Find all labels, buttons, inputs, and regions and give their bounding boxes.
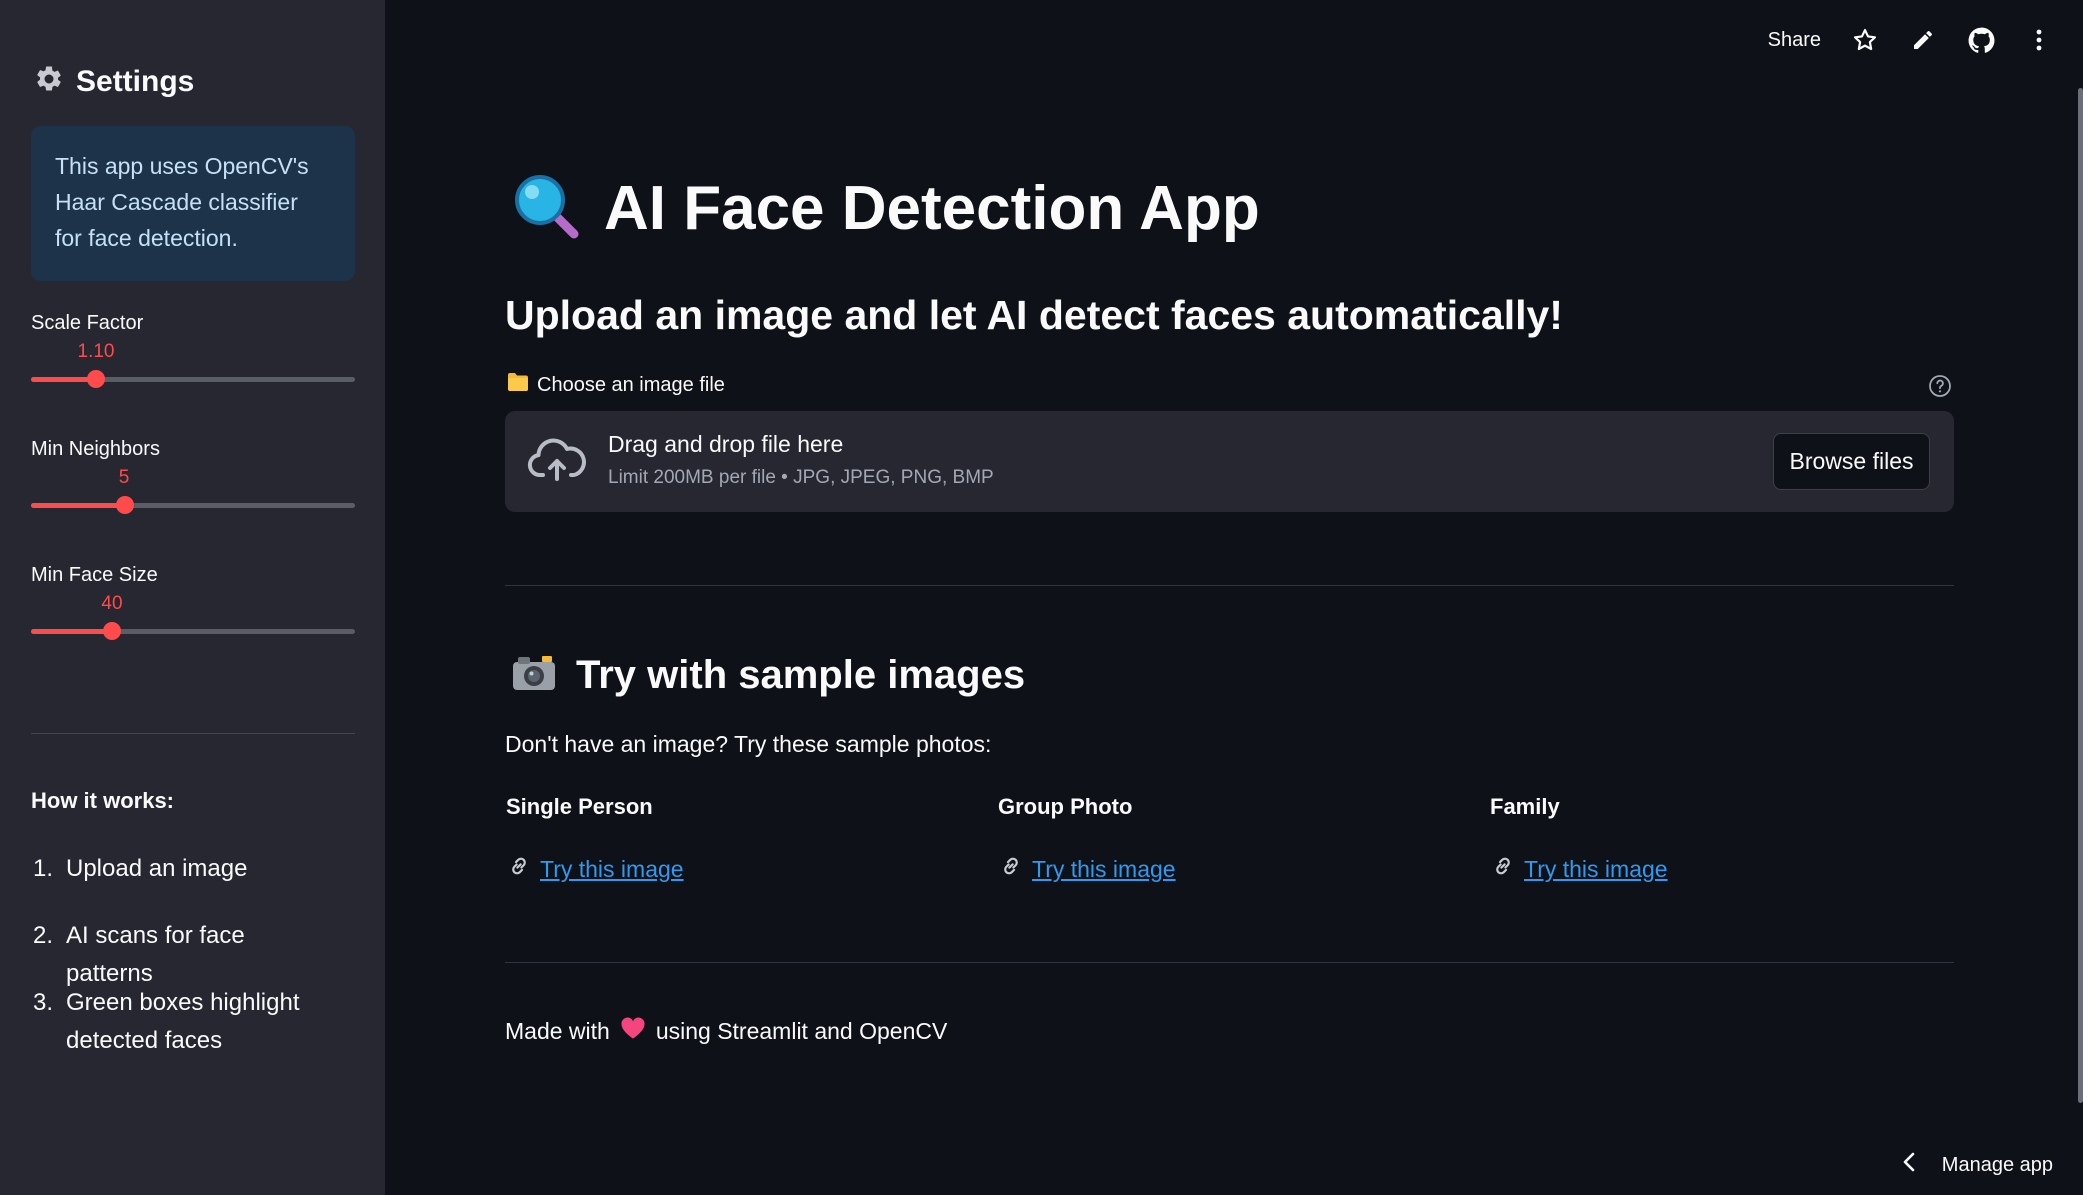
how-item-number: 2. [32, 922, 53, 949]
sample-title-single-person: Single Person [506, 794, 653, 819]
min-neighbors-slider[interactable] [31, 496, 355, 514]
header-toolbar: Share [1768, 26, 2053, 54]
min-face-size-label: Min Face Size [31, 564, 158, 586]
how-item-text: Upload an image [66, 855, 248, 882]
folder-icon [507, 372, 529, 398]
camera-icon [510, 652, 558, 699]
page-header: AI Face Detection App [510, 170, 1260, 247]
slider-fill [31, 503, 125, 508]
how-item: 2. AI scans for face patterns [31, 917, 361, 993]
section-divider [505, 962, 1954, 963]
dropzone-limits: Limit 200MB per file • JPG, JPEG, PNG, B… [608, 467, 994, 488]
how-item-text: AI scans for face patterns [66, 922, 245, 987]
how-item: 3. Green boxes highlight detected faces [31, 984, 361, 1060]
how-item-number: 1. [32, 855, 53, 882]
link-icon [998, 853, 1024, 885]
scale-factor-slider[interactable] [31, 370, 355, 388]
more-vertical-icon[interactable] [2025, 26, 2053, 54]
sidebar-title: Settings [76, 64, 195, 98]
page-title: AI Face Detection App [604, 174, 1260, 243]
manage-app-label: Manage app [1941, 1153, 2053, 1176]
samples-title: Try with sample images [576, 653, 1026, 697]
link-icon [1490, 853, 1516, 885]
sample-link-family[interactable]: Try this image [1490, 853, 1668, 885]
share-button[interactable]: Share [1768, 29, 1821, 52]
sample-link-text[interactable]: Try this image [1032, 856, 1176, 883]
github-icon[interactable] [1967, 26, 1995, 54]
sample-link-text[interactable]: Try this image [540, 856, 684, 883]
section-divider [505, 585, 1954, 586]
uploader-label: Choose an image file [507, 372, 725, 398]
manage-app-button[interactable]: Manage app [1902, 1152, 2053, 1178]
how-item-text: Green boxes highlight detected faces [66, 989, 300, 1054]
scale-factor-label: Scale Factor [31, 312, 144, 334]
heart-icon [620, 1016, 646, 1046]
min-face-size-value: 40 [101, 593, 123, 614]
info-alert: This app uses OpenCV's Haar Cascade clas… [31, 126, 355, 281]
slider-thumb[interactable] [86, 370, 105, 388]
help-icon[interactable] [1928, 374, 1952, 403]
samples-description: Don't have an image? Try these sample ph… [505, 731, 992, 757]
sidebar-header: Settings [34, 64, 194, 99]
sample-title-family: Family [1490, 794, 1560, 819]
link-icon [506, 853, 532, 885]
samples-header: Try with sample images [510, 652, 1025, 699]
sample-link-text[interactable]: Try this image [1524, 856, 1668, 883]
star-icon[interactable] [1851, 26, 1879, 54]
chevron-left-icon [1902, 1152, 1916, 1178]
sidebar: Settings This app uses OpenCV's Haar Cas… [0, 0, 385, 1195]
scrollbar[interactable] [2078, 88, 2083, 1103]
cloud-upload-icon [527, 437, 587, 488]
how-item-number: 3. [32, 989, 53, 1016]
magnifying-glass-icon [510, 170, 582, 247]
browse-files-button[interactable]: Browse files [1773, 433, 1930, 490]
slider-fill [31, 629, 112, 634]
how-it-works-title: How it works: [31, 788, 175, 813]
pencil-icon[interactable] [1909, 26, 1937, 54]
footer-prefix: Made with [505, 1017, 610, 1044]
file-dropzone[interactable]: Drag and drop file here Limit 200MB per … [505, 411, 1954, 512]
sample-link-group-photo[interactable]: Try this image [998, 853, 1176, 885]
page-subtitle: Upload an image and let AI detect faces … [505, 292, 1563, 338]
sample-link-single-person[interactable]: Try this image [506, 853, 684, 885]
min-neighbors-value: 5 [118, 467, 130, 488]
min-face-size-slider[interactable] [31, 622, 355, 640]
slider-thumb[interactable] [103, 622, 121, 640]
footer-suffix: using Streamlit and OpenCV [655, 1017, 948, 1044]
uploader-label-text: Choose an image file [537, 373, 725, 396]
slider-thumb[interactable] [115, 496, 134, 514]
min-neighbors-label: Min Neighbors [31, 438, 160, 460]
how-item: 1. Upload an image [31, 850, 361, 888]
sidebar-divider [31, 733, 355, 734]
sample-title-group-photo: Group Photo [998, 794, 1133, 819]
dropzone-title: Drag and drop file here [608, 431, 844, 457]
footer: Made with using Streamlit and OpenCV [505, 1016, 947, 1046]
gear-icon [34, 64, 64, 99]
scale-factor-value: 1.10 [77, 341, 115, 362]
